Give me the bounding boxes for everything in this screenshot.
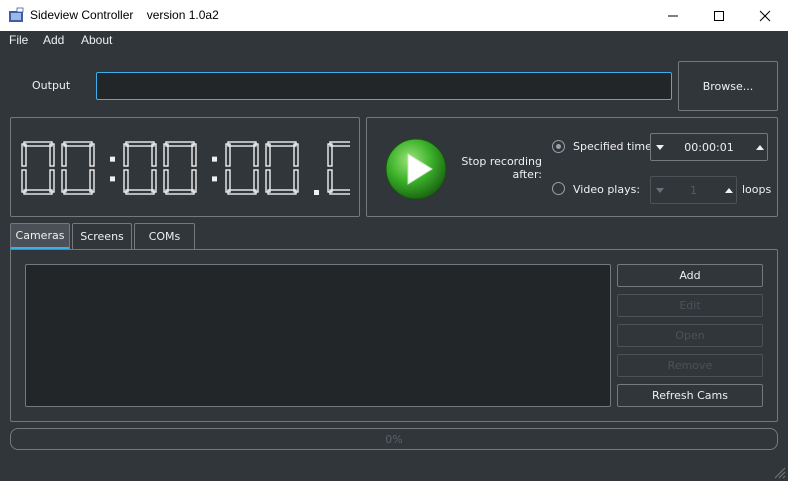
timer-digit (123, 141, 157, 195)
tab-coms[interactable]: COMs (134, 223, 195, 249)
video-plays-label: Video plays: (573, 183, 641, 196)
close-button[interactable] (742, 0, 788, 31)
minimize-icon (668, 15, 678, 16)
menu-bar: File Add About (0, 31, 788, 51)
refresh-cams-button[interactable]: Refresh Cams (617, 384, 763, 407)
edit-camera-button[interactable]: Edit (617, 294, 763, 317)
video-plays-spinbox[interactable]: 1 (650, 176, 737, 204)
title-bar: Sideview Controller version 1.0a2 (0, 0, 788, 31)
output-path-input[interactable] (96, 72, 672, 100)
timer-display (21, 141, 350, 195)
add-camera-button[interactable]: Add (617, 264, 763, 287)
sideview-app-icon (9, 7, 24, 22)
menu-add[interactable]: Add (43, 33, 64, 47)
timer-digit (265, 141, 299, 195)
progress-bar: 0% (10, 428, 778, 450)
timer-colon (110, 156, 115, 182)
specified-time-spinbox[interactable]: 00:00:01 (650, 133, 768, 161)
maximize-icon (714, 10, 724, 21)
spin-up-icon[interactable] (756, 145, 764, 151)
tab-cameras[interactable]: Cameras (10, 223, 70, 249)
browse-button[interactable]: Browse... (678, 61, 778, 111)
video-plays-value: 1 (690, 184, 697, 197)
output-label: Output (32, 79, 71, 92)
resize-grip-icon[interactable] (772, 465, 786, 479)
play-icon (385, 138, 447, 200)
open-camera-button[interactable]: Open (617, 324, 763, 347)
specified-time-label: Specified time: (573, 140, 656, 153)
remove-camera-button[interactable]: Remove (617, 354, 763, 377)
timer-digit (163, 141, 197, 195)
timer-digit (327, 141, 350, 195)
specified-time-radio[interactable] (552, 140, 565, 153)
minimize-button[interactable] (650, 0, 696, 31)
video-plays-radio[interactable] (552, 182, 565, 195)
menu-about[interactable]: About (81, 33, 112, 47)
menu-file[interactable]: File (9, 33, 28, 47)
timer-digit (225, 141, 259, 195)
timer-colon (212, 156, 217, 182)
window-title: Sideview Controller version 1.0a2 (30, 8, 219, 22)
tab-screens[interactable]: Screens (72, 223, 132, 249)
maximize-button[interactable] (696, 0, 742, 31)
timer-decimal-point (314, 190, 319, 195)
spin-up-icon[interactable] (725, 188, 733, 194)
loops-label: loops (742, 183, 772, 196)
close-icon (759, 10, 771, 21)
timer-digit (61, 141, 95, 195)
camera-list[interactable] (25, 264, 611, 407)
specified-time-value: 00:00:01 (684, 141, 734, 154)
start-recording-button[interactable] (384, 137, 448, 201)
timer-digit (21, 141, 55, 195)
stop-recording-label: Stop recording after: (461, 155, 542, 181)
progress-text: 0% (385, 433, 403, 446)
